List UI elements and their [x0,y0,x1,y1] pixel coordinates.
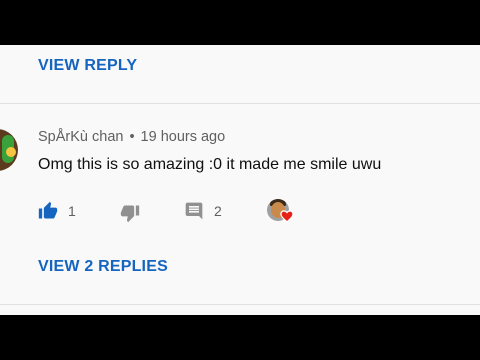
reply-count: 2 [214,203,222,219]
divider [0,103,480,104]
reply-button[interactable]: 2 [184,201,222,221]
meta-separator: • [129,129,135,145]
comment-text: Omg this is so amazing :0 it made me smi… [38,156,382,173]
heart-icon [280,209,294,223]
dislike-button[interactable] [120,203,140,223]
comment-meta: SpÅrKù chan • 19 hours ago [38,129,225,145]
creator-heart-badge [267,199,294,223]
like-button[interactable]: 1 [38,201,76,221]
thumbs-up-icon [38,201,58,221]
avatar[interactable] [0,129,18,171]
comment-time: 19 hours ago [140,129,226,145]
author-name[interactable]: SpÅrKù chan [38,129,123,145]
reply-comment-icon [184,201,204,221]
thumbs-down-icon [120,203,140,223]
divider [0,304,480,305]
like-count: 1 [68,203,76,219]
comments-panel: VIEW REPLY SpÅrKù chan • 19 hours ago Omg … [0,45,480,315]
view-reply-link[interactable]: VIEW REPLY [38,57,137,75]
view-replies-link[interactable]: VIEW 2 REPLIES [38,258,168,276]
